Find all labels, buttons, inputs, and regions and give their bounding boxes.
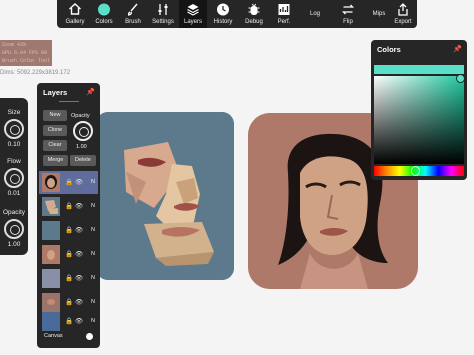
colors-panel: Colors 📌 bbox=[371, 40, 467, 180]
performance-icon bbox=[278, 4, 290, 15]
layer-lock-visibility-icons: 🔒 👁 bbox=[65, 299, 84, 306]
pin-icon[interactable]: 📌 bbox=[86, 88, 95, 96]
clear-layer-button[interactable]: Clear bbox=[43, 140, 67, 151]
debug-tool-text: Brush Color Tool bbox=[2, 58, 51, 64]
gallery-label: Gallery bbox=[65, 19, 85, 25]
export-icon bbox=[398, 3, 408, 16]
history-button[interactable]: History bbox=[208, 0, 238, 28]
flip-arrows-icon bbox=[341, 4, 355, 15]
layer-blend-mode[interactable]: N bbox=[91, 179, 95, 185]
gallery-button[interactable]: Gallery bbox=[61, 0, 89, 28]
layer-blend-mode[interactable]: N bbox=[91, 227, 95, 233]
layers-icon bbox=[187, 4, 199, 16]
layer-thumbnail bbox=[42, 197, 60, 216]
layer-thumbnail bbox=[42, 269, 60, 288]
debug-label: Debug bbox=[245, 19, 263, 25]
new-layer-button[interactable]: New bbox=[43, 110, 67, 121]
layer-row[interactable]: 🔒 👁 N bbox=[39, 171, 98, 194]
brush-opacity-dial[interactable] bbox=[4, 219, 24, 239]
home-icon bbox=[69, 3, 81, 15]
layer-lock-visibility-icons: 🔒 👁 bbox=[65, 251, 84, 258]
debug-icon bbox=[248, 3, 260, 15]
debug-gpu-text: GPU 6.04 FPS 60 bbox=[2, 50, 48, 56]
layer-blend-mode[interactable]: N bbox=[91, 275, 95, 281]
delete-layer-button[interactable]: Delete bbox=[70, 155, 96, 166]
size-label: Size bbox=[7, 109, 21, 116]
layer-lock-visibility-icons: 🔒 👁 bbox=[65, 275, 84, 282]
brush-icon bbox=[127, 3, 138, 16]
layers-panel-title: Layers bbox=[43, 88, 68, 97]
layer-blend-mode[interactable]: N bbox=[91, 203, 95, 209]
log-button[interactable]: Log bbox=[299, 0, 331, 28]
size-dial[interactable] bbox=[4, 119, 24, 139]
canvas-dimensions-text: Dims: 5092.229x3819.172 bbox=[0, 70, 71, 76]
layer-lock-visibility-icons: 🔒 👁 bbox=[65, 227, 84, 234]
layers-button[interactable]: Layers bbox=[179, 0, 207, 28]
layer-row[interactable]: 🔒 👁 N bbox=[39, 243, 98, 266]
layer-thumbnail bbox=[42, 245, 60, 264]
colors-label: Colors bbox=[95, 19, 113, 25]
saturation-value-picker[interactable] bbox=[374, 76, 464, 164]
flip-label: Flip bbox=[343, 19, 353, 25]
export-button[interactable]: Export bbox=[389, 0, 417, 28]
layers-label: Layers bbox=[183, 19, 202, 25]
flow-dial[interactable] bbox=[4, 168, 24, 188]
merge-layer-button[interactable]: Merge bbox=[43, 155, 68, 166]
settings-button[interactable]: Settings bbox=[148, 0, 178, 28]
layer-lock-visibility-icons: 🔒 👁 bbox=[65, 318, 84, 325]
brush-label: Brush bbox=[125, 19, 141, 25]
export-label: Export bbox=[394, 19, 412, 25]
clock-icon bbox=[217, 3, 229, 16]
layer-row[interactable]: 🔒 👁 N bbox=[39, 310, 98, 333]
layer-blend-mode[interactable]: N bbox=[91, 251, 95, 257]
layer-thumbnail bbox=[42, 312, 60, 331]
size-value: 0.10 bbox=[7, 141, 21, 148]
panel-drag-handle[interactable] bbox=[59, 101, 79, 102]
debug-overlay: Zoom 43% GPU 6.04 FPS 60 Brush Color Too… bbox=[0, 40, 52, 66]
flow-value: 0.01 bbox=[7, 190, 21, 197]
brush-sliders-panel: Size 0.10 Flow 0.01 Opacity 1.00 bbox=[0, 98, 28, 255]
top-toolbar: Gallery Colors Brush Settings Layers His… bbox=[57, 0, 417, 28]
settings-sliders-icon bbox=[158, 4, 168, 15]
pin-icon[interactable]: 📌 bbox=[453, 45, 462, 53]
layer-blend-mode[interactable]: N bbox=[91, 299, 95, 305]
layer-opacity-label: Opacity bbox=[71, 113, 90, 119]
layer-blend-mode[interactable]: N bbox=[91, 318, 95, 324]
flow-label: Flow bbox=[7, 158, 21, 165]
log-label: Log bbox=[309, 11, 320, 17]
history-label: History bbox=[213, 19, 233, 25]
debug-zoom-text: Zoom 43% bbox=[2, 42, 27, 48]
canvas-visibility-toggle[interactable] bbox=[86, 333, 93, 340]
colors-button[interactable]: Colors bbox=[90, 0, 118, 28]
current-color-swatch bbox=[374, 65, 464, 74]
canvas-layer-label: Canvas bbox=[44, 333, 63, 339]
layer-row[interactable]: 🔒 👁 N bbox=[39, 267, 98, 290]
settings-label: Settings bbox=[152, 19, 174, 25]
hue-slider-handle[interactable] bbox=[411, 166, 420, 176]
flip-button[interactable]: Flip bbox=[332, 0, 364, 28]
color-swatch-icon bbox=[98, 3, 110, 16]
brush-button[interactable]: Brush bbox=[119, 0, 147, 28]
layer-opacity-dial[interactable] bbox=[73, 121, 93, 141]
colors-panel-title: Colors bbox=[377, 45, 401, 54]
debug-button[interactable]: Debug bbox=[239, 0, 269, 28]
layer-opacity-value: 1.00 bbox=[76, 144, 87, 150]
perf-button[interactable]: Perf. bbox=[270, 0, 298, 28]
brush-opacity-label: Opacity bbox=[2, 209, 26, 216]
layer-lock-visibility-icons: 🔒 👁 bbox=[65, 179, 84, 186]
artwork-lips-study bbox=[96, 112, 234, 280]
layer-thumbnail bbox=[42, 173, 60, 192]
layer-lock-visibility-icons: 🔒 👁 bbox=[65, 203, 84, 210]
clone-layer-button[interactable]: Clone bbox=[43, 125, 67, 136]
layer-thumbnail bbox=[42, 221, 60, 240]
perf-label: Perf. bbox=[277, 19, 291, 25]
layer-row[interactable]: 🔒 👁 N bbox=[39, 195, 98, 218]
brush-opacity-value: 1.00 bbox=[7, 241, 21, 248]
saturation-value-cursor[interactable] bbox=[456, 74, 465, 83]
layer-row[interactable]: 🔒 👁 N bbox=[39, 219, 98, 242]
